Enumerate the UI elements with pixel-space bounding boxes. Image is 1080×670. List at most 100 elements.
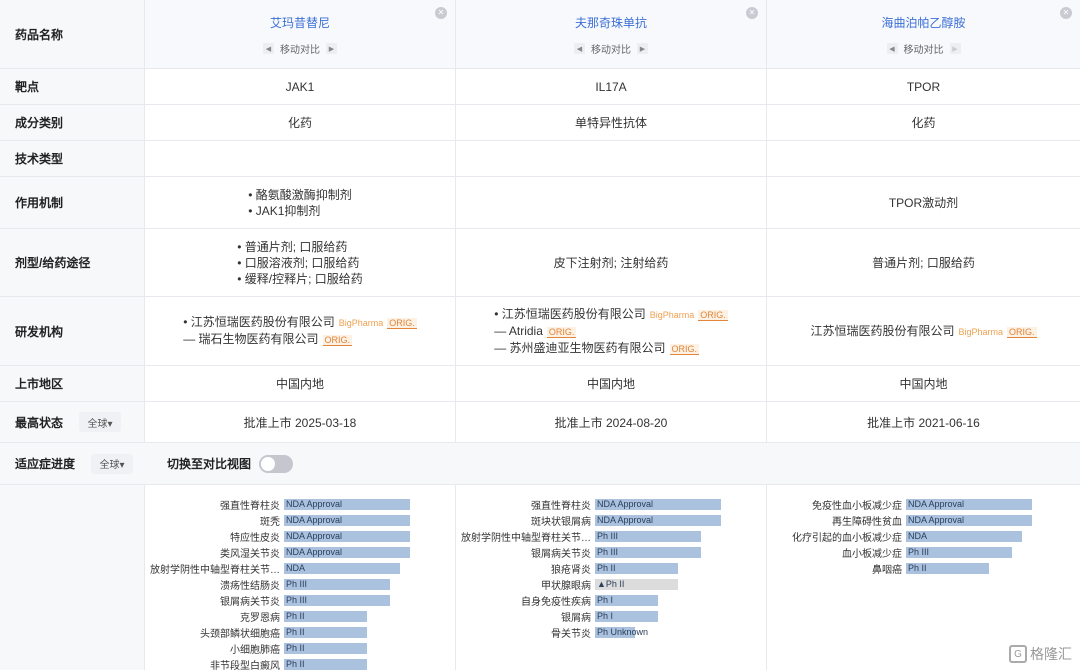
indication-item: 强直性脊柱炎 NDA Approval [145, 496, 455, 512]
indication-name[interactable]: 骨关节炎 [456, 625, 595, 640]
indication-name[interactable]: 甲状腺眼病 [456, 577, 595, 592]
indication-name[interactable]: 银屑病 [456, 609, 595, 624]
indication-item: 头颈部鳞状细胞癌 Ph II [145, 624, 455, 640]
phase-label: Ph III [597, 530, 619, 541]
indication-bar-track: NDA [906, 530, 1080, 542]
indication-bar-track: NDA Approval [906, 514, 1080, 526]
indication-item: 银屑病 Ph I [456, 608, 766, 624]
indication-name[interactable]: 类风湿关节炎 [145, 545, 284, 560]
progress-title: 适应症进度 [15, 457, 76, 471]
phase-label: Ph III [286, 594, 308, 605]
indication-name[interactable]: 再生障碍性贫血 [767, 513, 906, 528]
indication-name[interactable]: 狼疮肾炎 [456, 561, 595, 576]
org-name-link[interactable]: • 江苏恒瑞医药股份有限公司 [494, 307, 646, 321]
chevron-right-icon[interactable]: ▶ [326, 43, 337, 54]
list-item: • 缓释/控释片; 口服给药 [237, 271, 363, 286]
indication-name[interactable]: 化疗引起的血小板减少症 [767, 529, 906, 544]
indication-name[interactable]: 银屑病关节炎 [456, 545, 595, 560]
mechanism-list: TPOR激动剂 [889, 195, 958, 211]
compare-view-toggle[interactable] [259, 454, 294, 473]
indication-bar-track: ▲Ph II [595, 578, 766, 590]
indication-name[interactable]: 强直性脊柱炎 [456, 497, 595, 512]
status-cell: 批准上市 2024-08-20 [456, 402, 767, 442]
scope-dropdown[interactable]: 全球▾ [91, 453, 134, 474]
indication-name[interactable]: 特应性皮炎 [145, 529, 284, 544]
list-item: TPOR激动剂 [888, 195, 959, 210]
phase-label: Ph II [286, 626, 305, 637]
list-item: • 口服溶液剂; 口服给药 [237, 255, 360, 270]
phase-label: NDA Approval [286, 514, 343, 525]
indication-name[interactable]: 溃疡性结肠炎 [145, 577, 284, 592]
org-name-link[interactable]: — 苏州盛迪亚生物医药有限公司 [494, 341, 665, 355]
list-item: 普通片剂; 口服给药 [872, 255, 975, 270]
indication-bar-track: Ph II [906, 562, 1080, 574]
org-name-link[interactable]: 江苏恒瑞医药股份有限公司 [810, 324, 954, 338]
chevron-left-icon[interactable]: ◀ [886, 43, 898, 54]
indication-bar-track: Ph II [284, 642, 455, 654]
indication-name[interactable]: 斑块状银屑病 [456, 513, 595, 528]
row-label-target: 靶点 [0, 69, 145, 104]
move-compare-label: 移动对比 [591, 45, 631, 56]
indication-name[interactable]: 强直性脊柱炎 [145, 497, 284, 512]
scope-dropdown[interactable]: 全球▾ [79, 412, 122, 432]
indication-name[interactable]: 鼻咽癌 [767, 561, 906, 576]
close-icon[interactable]: ✕ [435, 7, 447, 19]
region-cell: 中国内地 [899, 377, 948, 391]
close-icon[interactable]: ✕ [1060, 7, 1072, 19]
phase-label: NDA Approval [597, 514, 654, 525]
indication-name[interactable]: 非节段型白癜风 [145, 657, 284, 670]
org-name-link[interactable]: — Atridia [494, 324, 543, 338]
row-label-org: 研发机构 [0, 297, 145, 365]
indication-name[interactable]: 克罗恩病 [145, 609, 284, 624]
indication-bar-track: Ph II [284, 610, 455, 622]
org-cell: • 江苏恒瑞医药股份有限公司 BigPharma ORIG. — Atridia OR… [456, 297, 767, 365]
tech-cell [456, 141, 767, 176]
row-label-region: 上市地区 [0, 366, 145, 401]
drug-name-link[interactable]: 艾玛昔替尼 [270, 14, 330, 31]
phase-label: ▲Ph II [597, 578, 625, 589]
drug-header-2: ✕ 夫那奇珠单抗 ◀ 移动对比 ▶ [456, 0, 767, 68]
row-label-component: 成分类别 [0, 105, 145, 140]
indication-item: 特应性皮炎 NDA Approval [145, 528, 455, 544]
chevron-right-icon[interactable]: ▶ [637, 43, 648, 54]
indication-name[interactable]: 小细胞肺癌 [145, 641, 284, 656]
phase-label: Ph III [597, 546, 619, 557]
mechanism-row: 作用机制 • 酪氨酸激酶抑制剂 • JAK1抑制剂 TPOR激动剂 [0, 177, 1080, 229]
list-item: — Atridia ORIG. [494, 323, 728, 340]
indication-name[interactable]: 放射学阴性中轴型脊柱关节… [145, 561, 284, 576]
indication-name[interactable]: 斑秃 [145, 513, 284, 528]
list-item: • 江苏恒瑞医药股份有限公司 BigPharma ORIG. [183, 314, 417, 331]
indication-name[interactable]: 免疫性血小板减少症 [767, 497, 906, 512]
org-name-link[interactable]: — 瑞石生物医药有限公司 [183, 332, 318, 346]
indication-bar-track: Ph II [284, 626, 455, 638]
chevron-left-icon[interactable]: ◀ [263, 43, 274, 54]
indication-item: 非节段型白癜风 Ph II [145, 656, 455, 670]
indication-name[interactable]: 放射学阴性中轴型脊柱关节… [456, 529, 595, 544]
indication-item: 银屑病关节炎 Ph III [456, 544, 766, 560]
phase-label: NDA Approval [286, 498, 343, 509]
indication-item: 类风湿关节炎 NDA Approval [145, 544, 455, 560]
target-cell: TPOR [906, 79, 941, 94]
indication-bar-track: NDA Approval [595, 498, 766, 510]
drug-name-link[interactable]: 夫那奇珠单抗 [575, 14, 647, 31]
phase-label: Ph I [597, 594, 614, 605]
indication-item: 小细胞肺癌 Ph II [145, 640, 455, 656]
move-compare: ◀ 移动对比 ▶ [886, 41, 961, 56]
indication-name[interactable]: 头颈部鳞状细胞癌 [145, 625, 284, 640]
indication-name[interactable]: 自身免疫性疾病 [456, 593, 595, 608]
phase-label: NDA Approval [908, 514, 965, 525]
indication-name[interactable]: 血小板减少症 [767, 545, 906, 560]
indication-item: 溃疡性结肠炎 Ph III [145, 576, 455, 592]
chevron-left-icon[interactable]: ◀ [574, 43, 585, 54]
indication-name[interactable]: 银屑病关节炎 [145, 593, 284, 608]
drug-name-link[interactable]: 海曲泊帕乙醇胺 [881, 14, 965, 31]
indication-bar-track: NDA Approval [284, 546, 455, 558]
orig-badge: ORIG. [669, 343, 700, 355]
indication-item: 免疫性血小板减少症 NDA Approval [767, 496, 1080, 512]
component-row: 成分类别 化药 单特异性抗体 化药 [0, 105, 1080, 141]
component-cell: 单特异性抗体 [456, 105, 767, 140]
indication-bar-track: Ph III [284, 594, 455, 606]
org-name-link[interactable]: • 江苏恒瑞医药股份有限公司 [183, 315, 335, 329]
status-cell: 批准上市 2021-06-16 [867, 415, 980, 430]
close-icon[interactable]: ✕ [746, 7, 758, 19]
